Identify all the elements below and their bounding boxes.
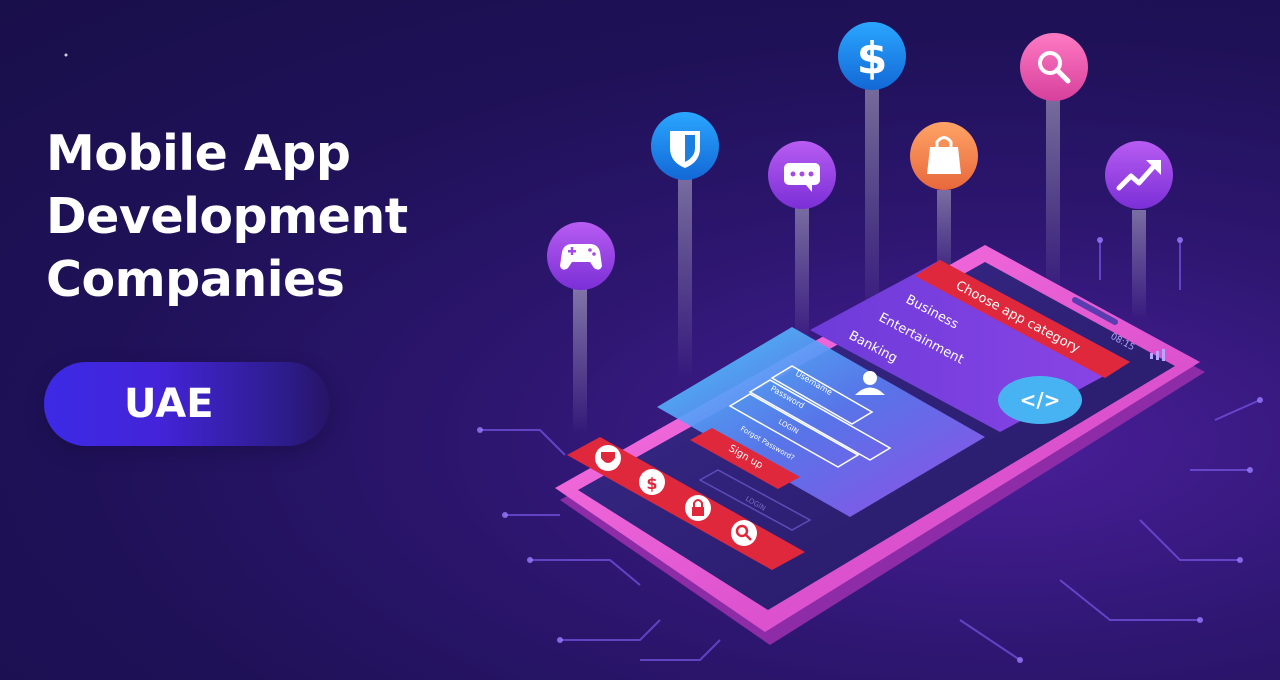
svg-text:$: $: [646, 474, 657, 493]
strip-search-icon[interactable]: [731, 520, 757, 546]
svg-text:$: $: [857, 33, 888, 84]
strip-shield-icon[interactable]: [595, 445, 621, 471]
code-icon: </>: [1020, 388, 1061, 412]
illustration: 08:15 Choose app category Business Enter…: [64, 22, 1263, 663]
trend-up-icon: [1105, 141, 1173, 209]
phone: 08:15 Choose app category Business Enter…: [555, 245, 1205, 645]
strip-lock-icon[interactable]: [685, 495, 711, 521]
shopping-bag-icon: [910, 122, 978, 190]
dollar-icon: $: [838, 22, 906, 90]
strip-dollar-icon[interactable]: $: [639, 469, 665, 495]
gamepad-icon: [547, 222, 615, 290]
chat-icon: [768, 141, 836, 209]
shield-icon: [651, 112, 719, 180]
search-icon: [1020, 33, 1088, 101]
